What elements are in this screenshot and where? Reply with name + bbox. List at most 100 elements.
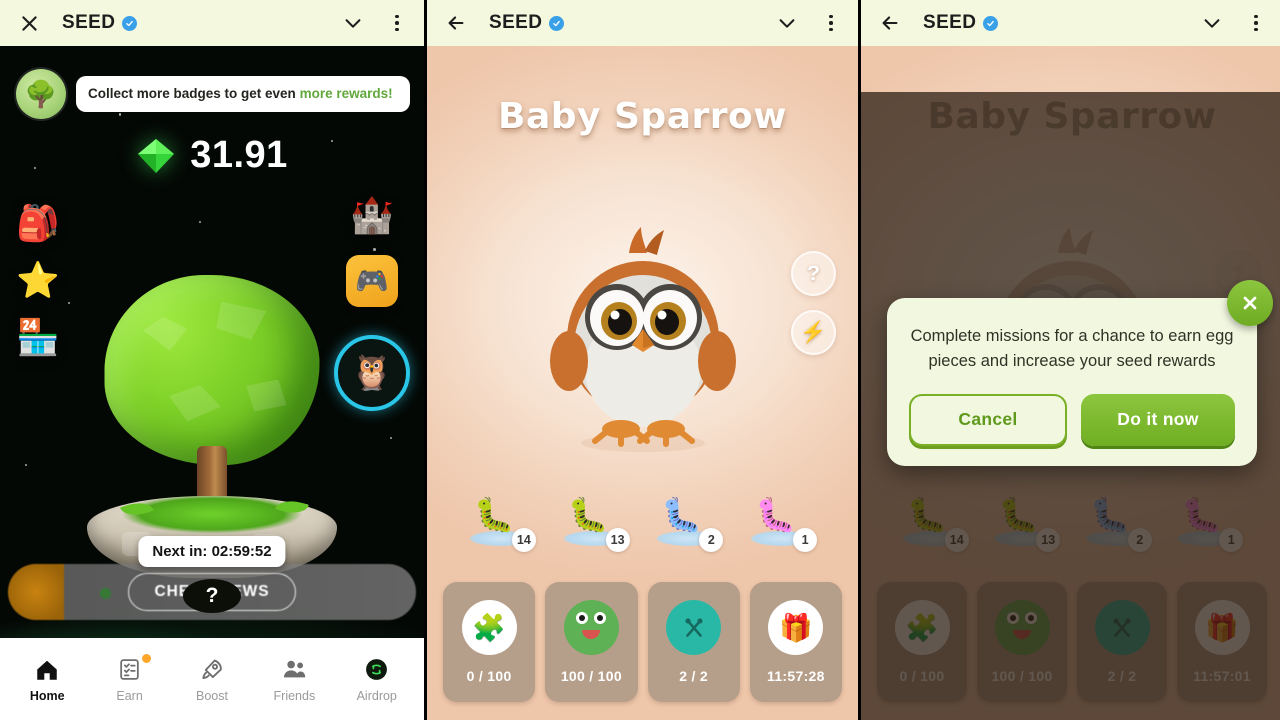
- home-icon: [33, 656, 61, 684]
- worm-count: 14: [511, 528, 536, 552]
- do-it-now-button[interactable]: Do it now: [1081, 393, 1235, 446]
- worm-item[interactable]: 🐛 1: [747, 496, 819, 554]
- people-icon: [280, 656, 308, 684]
- nav-item-airdrop[interactable]: Airdrop: [339, 656, 415, 703]
- banner-text-plain: Collect more badges to get even: [88, 86, 300, 102]
- earn-badge-dot: [140, 652, 152, 664]
- airdrop-icon: [363, 656, 391, 684]
- action-card-label: 0 / 100: [466, 668, 512, 684]
- worm-item[interactable]: 🐛 14: [466, 496, 538, 554]
- panel-pet: SEED Baby Sparrow ? ⚡ 🐛 14 🐛 13 🐛 2 🐛 1 …: [427, 0, 858, 720]
- app-title-group: SEED: [489, 12, 565, 34]
- worm-count: 13: [605, 528, 630, 552]
- nav-label-home: Home: [29, 688, 65, 703]
- worm-count: 1: [793, 528, 818, 552]
- more-vertical-icon[interactable]: [818, 10, 844, 36]
- lightning-icon[interactable]: ⚡: [791, 310, 836, 355]
- action-card-label: 11:57:28: [767, 668, 825, 684]
- badges-banner[interactable]: 🌳 Collect more badges to get even more r…: [16, 68, 410, 120]
- chevron-down-icon[interactable]: [340, 10, 366, 36]
- bottom-navigation: Home Earn Boost Friends Airdrop: [0, 638, 424, 720]
- tasks-icon: [116, 656, 144, 684]
- panel-home: SEED 🌳 Collect more badges to get even m…: [0, 0, 424, 720]
- next-label: Next in:: [152, 543, 208, 560]
- close-icon[interactable]: [14, 8, 44, 38]
- nav-item-home[interactable]: Home: [9, 656, 85, 703]
- header-actions-modal: [1199, 10, 1269, 36]
- seed-balance: 31.91: [0, 134, 424, 177]
- dialog-actions: Cancel Do it now: [909, 393, 1235, 446]
- app-title-group: SEED: [923, 12, 999, 34]
- action-card-label: 2 / 2: [679, 668, 708, 684]
- tree-crown: [104, 275, 320, 465]
- next-timer: 02:59:52: [211, 543, 272, 560]
- nav-item-earn[interactable]: Earn: [92, 652, 168, 703]
- worm-count: 2: [699, 528, 724, 552]
- worm-inventory: 🐛 14 🐛 13 🐛 2 🐛 1: [427, 496, 858, 554]
- pet-title: Baby Sparrow: [498, 96, 787, 137]
- pet-content-dimmed: Baby Sparrow ? ⚡ 🐛: [861, 46, 1280, 720]
- missions-dialog: Complete missions for a chance to earn e…: [887, 280, 1273, 466]
- more-vertical-icon[interactable]: [384, 10, 410, 36]
- banner-text-highlight: more rewards!: [299, 86, 393, 102]
- action-cards: 🧩 0 / 100 100 / 100: [427, 582, 858, 702]
- green-gem-icon: [138, 138, 175, 173]
- puzzle-icon: 🧩: [461, 600, 517, 655]
- castle-icon[interactable]: 🏰: [350, 198, 394, 233]
- action-card-label: 100 / 100: [560, 668, 622, 684]
- help-icon[interactable]: ?: [791, 251, 836, 296]
- dialog-message: Complete missions for a chance to earn e…: [910, 327, 1234, 370]
- action-card-puzzle[interactable]: 🧩 0 / 100: [443, 582, 536, 702]
- tree-stage[interactable]: Next in: 02:59:52 ?: [0, 261, 424, 613]
- verified-badge-icon: [549, 15, 565, 31]
- back-arrow-icon[interactable]: [441, 8, 471, 38]
- nav-label-airdrop: Airdrop: [356, 688, 397, 703]
- next-reward-chip: Next in: 02:59:52: [138, 536, 286, 567]
- chevron-down-icon[interactable]: [1199, 10, 1225, 36]
- app-title: SEED: [489, 12, 543, 33]
- app-header-pet: SEED: [427, 0, 858, 46]
- panel-mission-dialog: SEED Baby Sparrow: [861, 0, 1280, 720]
- header-actions-home: [340, 10, 410, 36]
- action-card-gift[interactable]: 🎁 11:57:28: [749, 582, 842, 702]
- nav-label-boost: Boost: [195, 688, 228, 703]
- seed-amount: 31.91: [190, 134, 288, 176]
- app-title: SEED: [923, 12, 977, 33]
- nav-item-boost[interactable]: Boost: [174, 656, 250, 703]
- app-title-group: SEED: [62, 12, 138, 34]
- app-header-home: SEED: [0, 0, 424, 46]
- worm-item[interactable]: 🐛 13: [560, 496, 632, 554]
- pet-content: Baby Sparrow ? ⚡ 🐛 14 🐛 13 🐛 2 🐛 1 🧩 0 /…: [427, 46, 858, 720]
- verified-badge-icon: [122, 15, 138, 31]
- worm-blue-icon: 🐛: [661, 496, 703, 533]
- gift-icon: 🎁: [768, 600, 824, 655]
- pet-side-buttons: ? ⚡: [791, 251, 836, 355]
- worm-purple-icon: 🐛: [755, 496, 797, 533]
- crossed-spoons-icon: [666, 600, 722, 655]
- app-header-modal: SEED: [861, 0, 1280, 46]
- action-card-meals[interactable]: 2 / 2: [647, 582, 740, 702]
- rocket-icon: [198, 656, 226, 684]
- banner-message: Collect more badges to get even more rew…: [76, 76, 410, 112]
- verified-badge-icon: [983, 15, 999, 31]
- backpack-icon[interactable]: 🎒: [16, 206, 60, 241]
- close-icon[interactable]: [1227, 280, 1273, 326]
- back-arrow-icon[interactable]: [875, 8, 905, 38]
- three-panel-screenshot: SEED 🌳 Collect more badges to get even m…: [0, 0, 1280, 720]
- header-actions-pet: [774, 10, 844, 36]
- tree-avatar-icon: 🌳: [16, 69, 66, 119]
- action-card-feed[interactable]: 100 / 100: [545, 582, 638, 702]
- nav-label-friends: Friends: [273, 688, 316, 703]
- worm-green-icon: 🐛: [567, 496, 609, 533]
- nav-item-friends[interactable]: Friends: [256, 656, 332, 703]
- help-bubble-icon[interactable]: ?: [183, 579, 241, 613]
- worm-tan-icon: 🐛: [473, 496, 515, 533]
- worm-item[interactable]: 🐛 2: [653, 496, 725, 554]
- cancel-button[interactable]: Cancel: [909, 393, 1067, 446]
- frog-face-icon: [563, 600, 619, 655]
- chevron-down-icon[interactable]: [774, 10, 800, 36]
- baby-owl-illustration[interactable]: [533, 211, 753, 461]
- app-title: SEED: [62, 12, 116, 33]
- nav-label-earn: Earn: [116, 688, 143, 703]
- more-vertical-icon[interactable]: [1243, 10, 1269, 36]
